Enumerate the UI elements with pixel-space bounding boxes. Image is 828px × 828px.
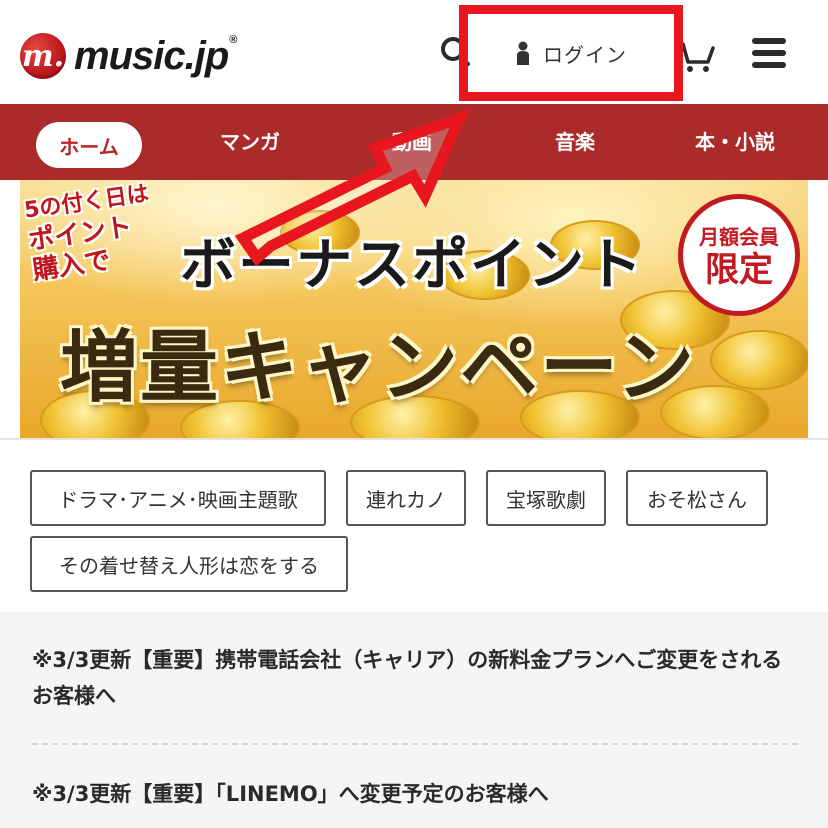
logo-text: music.jp® <box>74 33 237 79</box>
banner-title-line2: 増量キャンペーン <box>60 323 697 413</box>
logo-badge: m. <box>20 33 66 79</box>
nav-tab-books[interactable]: 本・小説 <box>695 104 775 180</box>
annotation-arrow-icon <box>234 108 471 267</box>
tag-takarazuka[interactable]: 宝塚歌劇 <box>486 470 606 526</box>
badge-line1: 月額会員 <box>699 224 779 249</box>
news-divider <box>32 743 798 745</box>
news-item-carrier-plan[interactable]: ※3/3更新【重要】携帯電話会社（キャリア）の新料金プランへご変更をされるお客様… <box>32 642 802 714</box>
tag-osomatsu[interactable]: おそ松さん <box>626 470 768 526</box>
banner-tag: 5の付く日は ポイント 購入で <box>22 180 183 286</box>
registered-mark: ® <box>229 33 237 46</box>
login-highlight-box <box>459 5 683 101</box>
header: m. music.jp® ログイン <box>0 0 828 104</box>
badge-line2: 限定 <box>705 249 773 290</box>
news-item-linemo[interactable]: ※3/3更新【重要】「LINEMO」へ変更予定のお客様へ <box>32 776 802 812</box>
members-only-badge: 月額会員 限定 <box>678 194 800 316</box>
nav-tab-home[interactable]: ホーム <box>36 122 142 168</box>
hamburger-menu-icon[interactable] <box>752 38 786 72</box>
nav-tab-music[interactable]: 音楽 <box>555 104 595 180</box>
section-divider <box>0 438 828 440</box>
music-jp-logo[interactable]: m. music.jp® <box>20 33 237 79</box>
tag-tsurekano[interactable]: 連れカノ <box>346 470 466 526</box>
tag-sono-bisque-doll[interactable]: その着せ替え人形は恋をする <box>30 536 348 592</box>
logo-wordmark: music.jp <box>74 33 229 78</box>
tag-drama-anime[interactable]: ドラマ･アニメ･映画主題歌 <box>30 470 326 526</box>
